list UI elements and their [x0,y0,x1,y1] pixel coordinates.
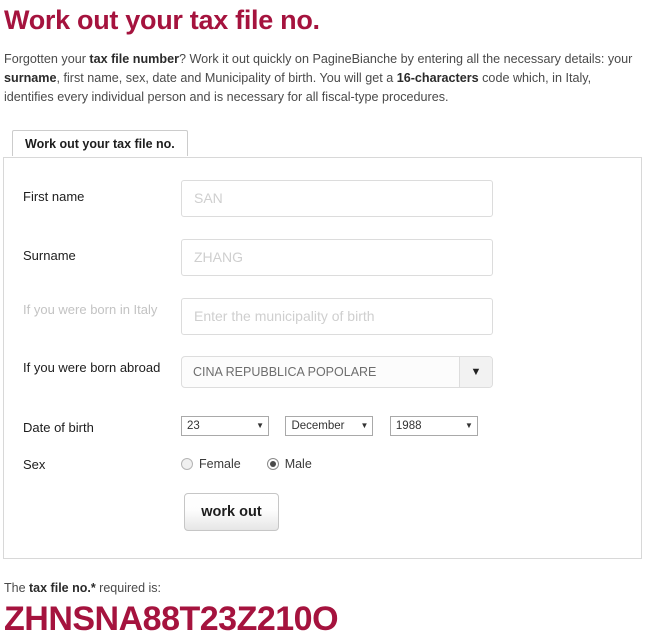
day-value: 23 [187,419,200,432]
sex-option-female-label: Female [199,456,241,471]
tab-label: Work out your tax file no. [25,136,175,151]
tax-file-form-panel: First name Surname If you were born in I… [3,156,642,559]
intro-bold-2: surname [4,70,57,85]
form-row-sex: Sex Female Male [4,448,641,473]
sex-option-female[interactable]: Female [181,457,241,471]
result-label-bold: tax file no.* [29,580,96,595]
form-row-surname: Surname [4,238,641,276]
country-of-birth-value: CINA REPUBBLICA POPOLARE [193,364,377,379]
form-row-first-name: First name [4,179,641,217]
chevron-down-icon[interactable]: ▼ [459,356,492,387]
page-title: Work out your tax file no. [4,5,320,35]
intro-paragraph: Forgotten your tax file number? Work it … [0,36,645,107]
form-row-born-abroad: If you were born abroad CINA REPUBBLICA … [4,355,641,388]
sex-option-male-label: Male [284,456,312,471]
country-of-birth-select[interactable]: CINA REPUBBLICA POPOLARE ▼ [181,355,493,388]
chevron-down-icon: ▼ [464,421,473,431]
chevron-down-icon: ▼ [360,421,369,431]
first-name-label: First name [23,188,85,204]
sex-radio-group: Female Male [181,448,338,471]
tab-work-out-tax-file-no[interactable]: Work out your tax file no. [12,129,188,156]
tab-strip: Work out your tax file no. [0,129,645,158]
day-select[interactable]: 23 ▼ [181,415,269,436]
work-out-button[interactable]: work out [184,492,279,531]
month-value: December [291,419,345,432]
result-label-text-2: required is: [95,580,162,595]
result-label: The tax file no.* required is: [0,559,645,595]
tax-file-code: ZHNSNA88T23Z210O [4,599,339,638]
sex-label: Sex [23,456,46,472]
municipality-of-birth-input[interactable] [181,297,493,335]
sex-option-male[interactable]: Male [266,456,312,471]
intro-text-2: ? Work it out quickly on PagineBianche b… [178,51,633,66]
first-name-input[interactable] [181,179,493,217]
radio-icon-female[interactable] [181,457,193,470]
intro-text-1: Forgotten your [4,51,90,66]
month-select[interactable]: December ▼ [285,415,374,436]
radio-icon-male[interactable] [266,457,279,470]
intro-bold-3: 16-characters [396,70,479,85]
born-abroad-label: If you were born abroad [23,359,161,375]
date-of-birth-label: Date of birth [23,419,94,435]
form-row-date-of-birth: Date of birth 23 ▼ December ▼ 1988 ▼ [4,411,641,436]
intro-bold-1: tax file number [89,51,179,66]
chevron-down-icon: ▼ [256,421,264,431]
year-select[interactable]: 1988 ▼ [389,415,478,436]
year-value: 1988 [395,419,422,432]
intro-text-3: , first name, sex, date and Municipality… [56,70,397,85]
surname-input[interactable] [181,238,493,276]
surname-label: Surname [23,247,76,263]
form-row-submit: work out [4,492,641,531]
result-label-text-1: The [4,580,30,595]
form-row-born-in-italy: If you were born in Italy [4,297,641,335]
date-of-birth-controls: 23 ▼ December ▼ 1988 ▼ [181,411,490,436]
born-in-italy-label: If you were born in Italy [23,301,158,317]
